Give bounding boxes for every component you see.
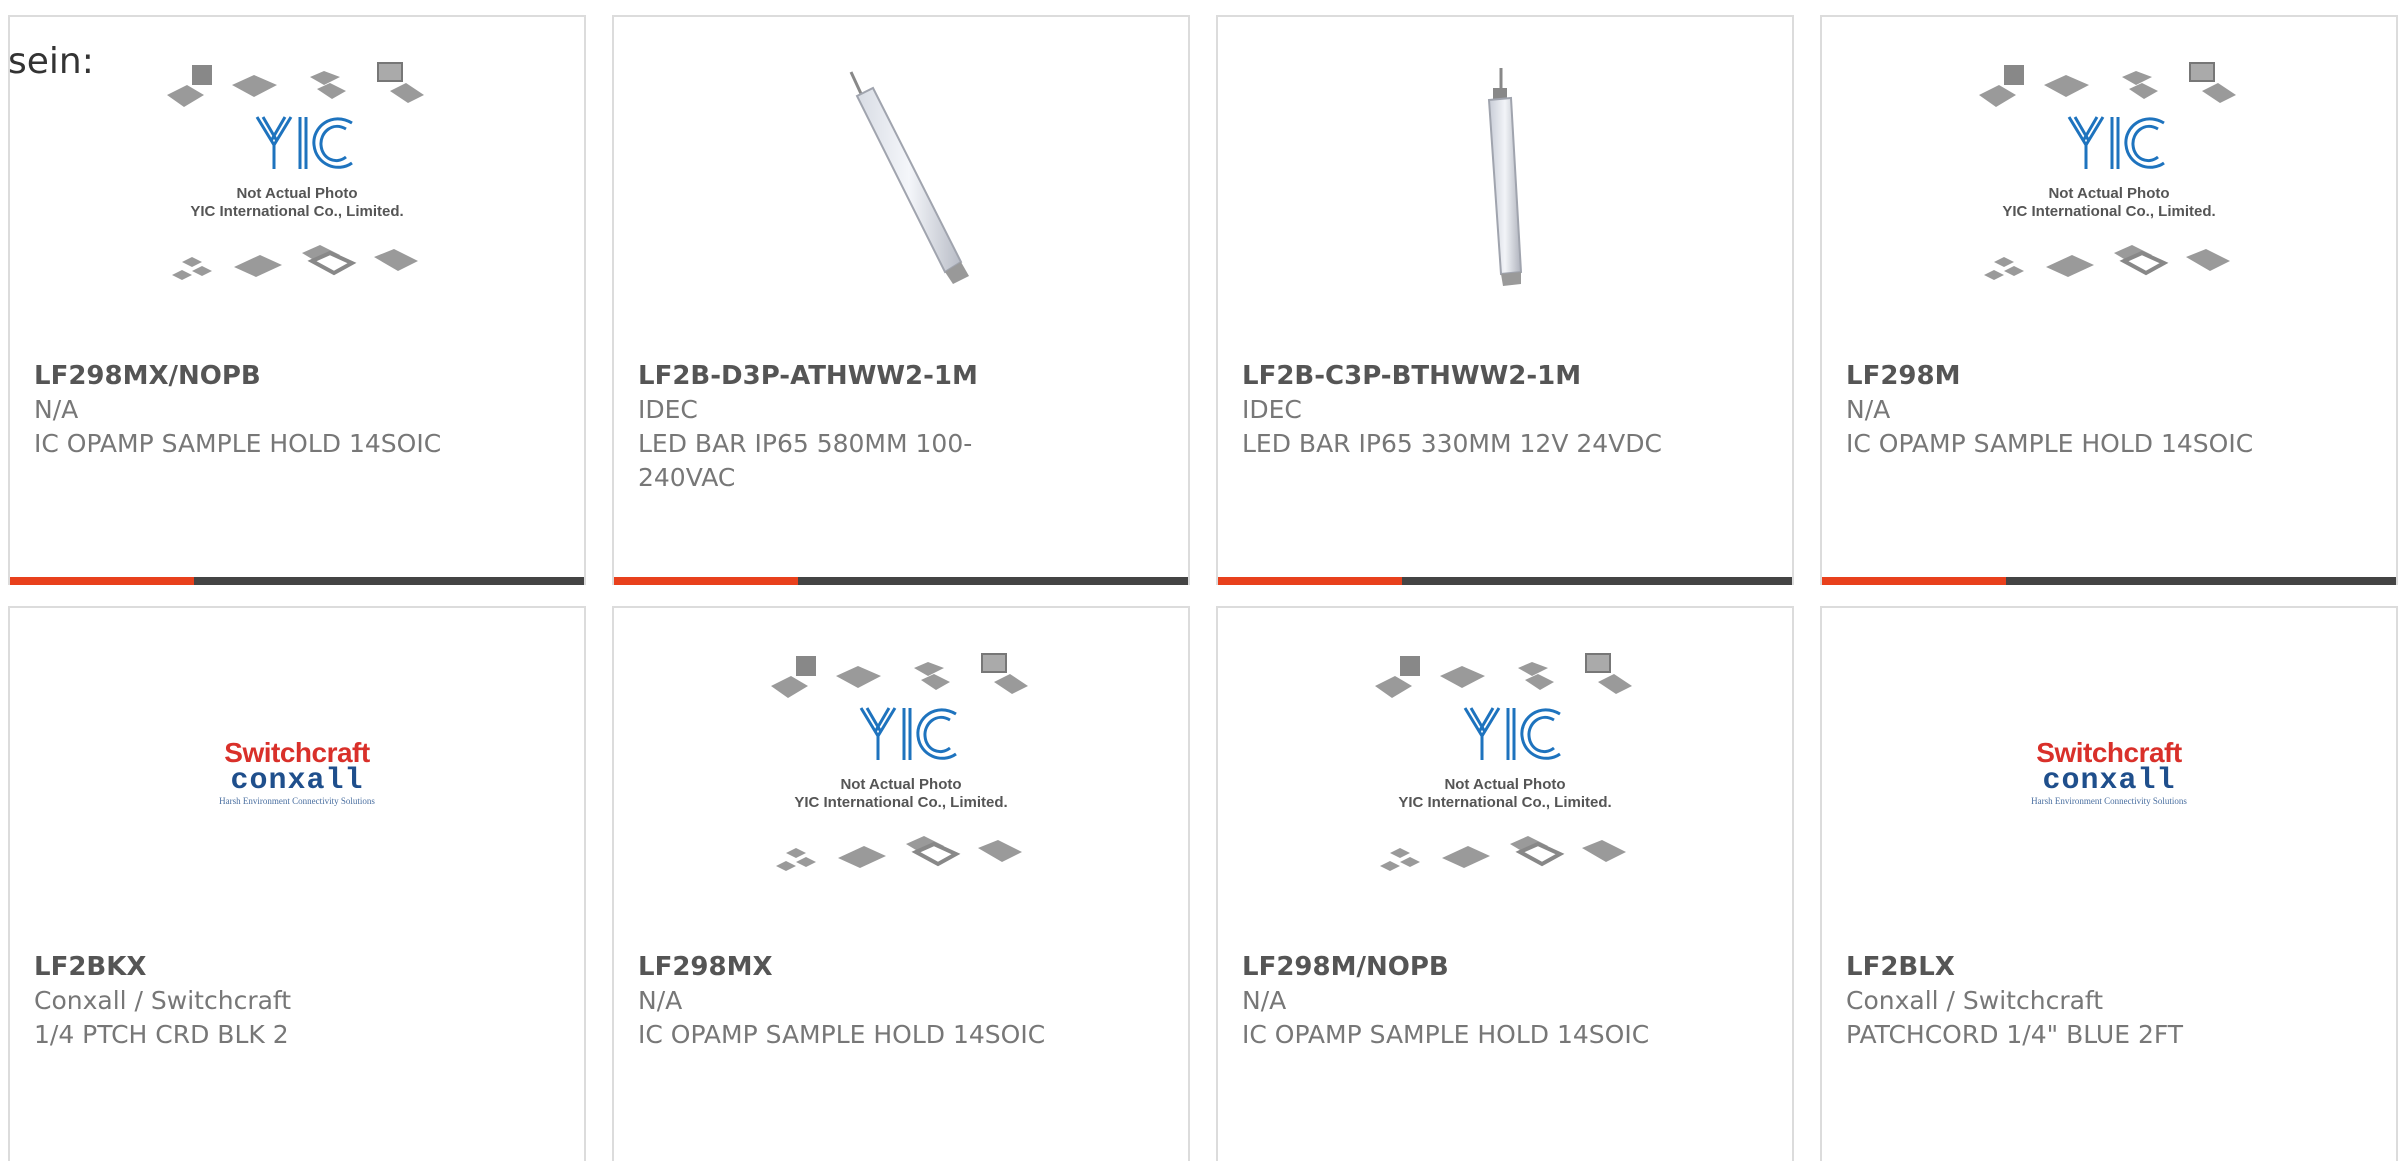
placeholder-caption-line1: Not Actual Photo — [2048, 185, 2170, 202]
description: IC OPAMP SAMPLE HOLD 14SOIC — [34, 429, 442, 458]
card-accent-bar — [1822, 577, 2006, 585]
logo-switchcraft-text: Switchcraft — [224, 737, 370, 768]
product-image[interactable]: Not Actual Photo YIC International Co., … — [1218, 608, 1792, 938]
part-number[interactable]: LF298M — [1846, 359, 2356, 393]
product-info: LF2BKX Conxall / Switchcraft 1/4 PTCH CR… — [34, 950, 544, 1052]
manufacturer: Conxall / Switchcraft — [34, 986, 292, 1015]
switchcraft-conxall-logo: Switchcraft conxall Harsh Environment Co… — [1999, 739, 2219, 807]
placeholder-caption-line2: YIC International Co., Limited. — [190, 203, 404, 220]
switchcraft-conxall-logo: Switchcraft conxall Harsh Environment Co… — [187, 739, 407, 807]
manufacturer: Conxall / Switchcraft — [1846, 986, 2104, 1015]
part-number[interactable]: LF298MX/NOPB — [34, 359, 544, 393]
product-card[interactable]: LF2B-C3P-BTHWW2-1M IDEC LED BAR IP65 330… — [1216, 15, 1794, 585]
led-bar-photo-icon — [849, 71, 969, 284]
part-number[interactable]: LF298MX — [638, 950, 1148, 984]
logo-switchcraft-text: Switchcraft — [2036, 737, 2182, 768]
product-info: LF2B-D3P-ATHWW2-1M IDEC LED BAR IP65 580… — [638, 359, 1148, 495]
product-info: LF298M N/A IC OPAMP SAMPLE HOLD 14SOIC — [1846, 359, 2356, 461]
product-image[interactable]: Switchcraft conxall Harsh Environment Co… — [10, 608, 584, 938]
product-grid-page: sein: Not Actual Photo YIC International… — [0, 0, 2400, 1161]
description: IC OPAMP SAMPLE HOLD 14SOIC — [1846, 429, 2254, 458]
manufacturer: N/A — [638, 986, 683, 1015]
placeholder-caption-line2: YIC International Co., Limited. — [2002, 203, 2216, 220]
part-number[interactable]: LF2BKX — [34, 950, 544, 984]
product-card[interactable]: Not Actual Photo YIC International Co., … — [8, 15, 586, 585]
chip-package-icon — [167, 62, 424, 280]
part-number[interactable]: LF298M/NOPB — [1242, 950, 1752, 984]
product-image[interactable]: Not Actual Photo YIC International Co., … — [10, 17, 584, 347]
card-accent-bar — [1218, 577, 1402, 585]
yic-placeholder-image: Not Actual Photo YIC International Co., … — [1370, 648, 1640, 898]
chip-package-icon — [1979, 62, 2236, 280]
description: IC OPAMP SAMPLE HOLD 14SOIC — [638, 1020, 1046, 1049]
logo-conxall-text: conxall — [2042, 764, 2176, 798]
product-card[interactable]: Not Actual Photo YIC International Co., … — [612, 606, 1190, 1161]
placeholder-caption-line2: YIC International Co., Limited. — [1398, 794, 1612, 811]
card-bottom-bar — [1218, 577, 1792, 585]
product-image[interactable] — [1218, 17, 1792, 347]
product-image[interactable]: Not Actual Photo YIC International Co., … — [614, 608, 1188, 938]
product-info: LF2B-C3P-BTHWW2-1M IDEC LED BAR IP65 330… — [1242, 359, 1752, 461]
product-card[interactable]: LF2B-D3P-ATHWW2-1M IDEC LED BAR IP65 580… — [612, 15, 1190, 585]
product-image[interactable]: Switchcraft conxall Harsh Environment Co… — [1822, 608, 2396, 938]
manufacturer: IDEC — [638, 395, 698, 424]
description: PATCHCORD 1/4" BLUE 2FT — [1846, 1020, 2184, 1049]
card-accent-bar — [614, 577, 798, 585]
placeholder-caption-line1: Not Actual Photo — [236, 185, 358, 202]
logo-conxall-text: conxall — [230, 764, 364, 798]
manufacturer: N/A — [1846, 395, 1891, 424]
card-accent-bar — [10, 577, 194, 585]
product-card[interactable]: Switchcraft conxall Harsh Environment Co… — [1820, 606, 2398, 1161]
product-image[interactable]: Not Actual Photo YIC International Co., … — [1822, 17, 2396, 347]
description: IC OPAMP SAMPLE HOLD 14SOIC — [1242, 1020, 1650, 1049]
manufacturer: IDEC — [1242, 395, 1302, 424]
stray-text: sein: — [8, 41, 94, 82]
card-bottom-bar — [10, 577, 584, 585]
product-info: LF298MX/NOPB N/A IC OPAMP SAMPLE HOLD 14… — [34, 359, 544, 461]
product-card[interactable]: Not Actual Photo YIC International Co., … — [1820, 15, 2398, 585]
description: 1/4 PTCH CRD BLK 2 — [34, 1020, 289, 1049]
led-bar-photo-icon — [1487, 68, 1523, 286]
logo-tagline: Harsh Environment Connectivity Solutions — [219, 796, 375, 806]
yic-placeholder-image: Not Actual Photo YIC International Co., … — [1974, 57, 2244, 307]
chip-package-icon — [771, 653, 1028, 871]
manufacturer: N/A — [34, 395, 79, 424]
yic-placeholder-image: Not Actual Photo YIC International Co., … — [766, 648, 1036, 898]
product-card[interactable]: Not Actual Photo YIC International Co., … — [1216, 606, 1794, 1161]
product-grid: Not Actual Photo YIC International Co., … — [0, 0, 2400, 1161]
description: LED BAR IP65 580MM 100-240VAC — [638, 429, 973, 492]
manufacturer: N/A — [1242, 986, 1287, 1015]
placeholder-caption-line2: YIC International Co., Limited. — [794, 794, 1008, 811]
product-image[interactable] — [614, 17, 1188, 347]
part-number[interactable]: LF2BLX — [1846, 950, 2356, 984]
product-info: LF2BLX Conxall / Switchcraft PATCHCORD 1… — [1846, 950, 2356, 1052]
card-bottom-bar — [1822, 577, 2396, 585]
part-number[interactable]: LF2B-D3P-ATHWW2-1M — [638, 359, 1148, 393]
description: LED BAR IP65 330MM 12V 24VDC — [1242, 429, 1662, 458]
logo-tagline: Harsh Environment Connectivity Solutions — [2031, 796, 2187, 806]
placeholder-caption-line1: Not Actual Photo — [1444, 776, 1566, 793]
product-card[interactable]: Switchcraft conxall Harsh Environment Co… — [8, 606, 586, 1161]
chip-package-icon — [1375, 653, 1632, 871]
part-number[interactable]: LF2B-C3P-BTHWW2-1M — [1242, 359, 1752, 393]
product-info: LF298MX N/A IC OPAMP SAMPLE HOLD 14SOIC — [638, 950, 1148, 1052]
product-info: LF298M/NOPB N/A IC OPAMP SAMPLE HOLD 14S… — [1242, 950, 1752, 1052]
yic-placeholder-image: Not Actual Photo YIC International Co., … — [162, 57, 432, 307]
card-bottom-bar — [614, 577, 1188, 585]
placeholder-caption-line1: Not Actual Photo — [840, 776, 962, 793]
